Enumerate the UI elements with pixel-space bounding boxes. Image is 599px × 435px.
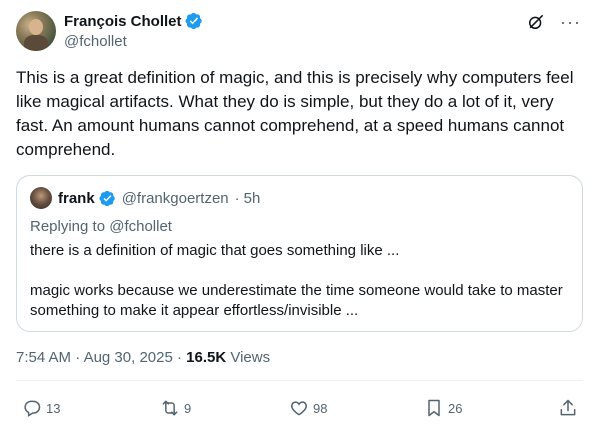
divider bbox=[16, 380, 583, 381]
top-right-icons: ··· bbox=[526, 12, 581, 32]
reply-count: 13 bbox=[46, 400, 61, 416]
tweet-time[interactable]: 7:54 AM bbox=[16, 349, 71, 366]
reply-icon bbox=[24, 400, 41, 417]
meta-separator: · bbox=[176, 349, 182, 366]
quoted-author-name: frank bbox=[58, 189, 95, 207]
quoted-tweet[interactable]: frank @frankgoertzen · 5h Replying to @f… bbox=[16, 175, 583, 332]
tweet-meta: 7:54 AM · Aug 30, 2025 · 16.5K Views bbox=[16, 349, 270, 366]
views-label: Views bbox=[230, 349, 271, 366]
quoted-time: 5h bbox=[243, 189, 261, 207]
repost-button[interactable]: 9 bbox=[160, 398, 191, 418]
verified-badge-icon bbox=[99, 190, 115, 206]
author-avatar[interactable] bbox=[16, 11, 56, 51]
quoted-tweet-header: frank @frankgoertzen · 5h bbox=[30, 187, 260, 209]
views-count: 16.5K bbox=[186, 349, 227, 366]
quoted-tweet-text: there is a definition of magic that goes… bbox=[30, 242, 563, 319]
tweet-date[interactable]: Aug 30, 2025 bbox=[84, 349, 173, 366]
meta-separator: · bbox=[75, 349, 81, 366]
author-name-row: François Chollet bbox=[64, 12, 203, 30]
quoted-author-handle: @frankgoertzen bbox=[121, 189, 229, 207]
author-handle[interactable]: @fchollet bbox=[64, 33, 203, 50]
repost-icon bbox=[162, 400, 178, 416]
reply-button[interactable]: 13 bbox=[22, 398, 60, 418]
like-count: 98 bbox=[313, 400, 328, 416]
like-icon bbox=[291, 401, 307, 416]
bookmark-count: 26 bbox=[448, 400, 463, 416]
share-icon bbox=[560, 399, 576, 416]
quoted-separator: · bbox=[234, 189, 240, 207]
quoted-author-avatar bbox=[30, 187, 52, 209]
like-button[interactable]: 98 bbox=[289, 398, 327, 418]
author-block: François Chollet @fchollet bbox=[64, 12, 203, 50]
repost-count: 9 bbox=[184, 400, 192, 416]
tweet-text: This is a great definition of magic, and… bbox=[16, 68, 574, 159]
verified-badge-icon bbox=[185, 12, 202, 30]
action-bar: 13 9 98 26 bbox=[0, 398, 599, 422]
bookmark-button[interactable]: 26 bbox=[424, 398, 462, 418]
bookmark-icon bbox=[428, 399, 440, 417]
more-icon[interactable]: ··· bbox=[560, 12, 581, 32]
share-button[interactable] bbox=[558, 398, 578, 418]
grok-icon[interactable] bbox=[526, 12, 546, 32]
quoted-replying-to: Replying to @fchollet bbox=[30, 218, 172, 235]
author-name[interactable]: François Chollet bbox=[64, 13, 182, 30]
